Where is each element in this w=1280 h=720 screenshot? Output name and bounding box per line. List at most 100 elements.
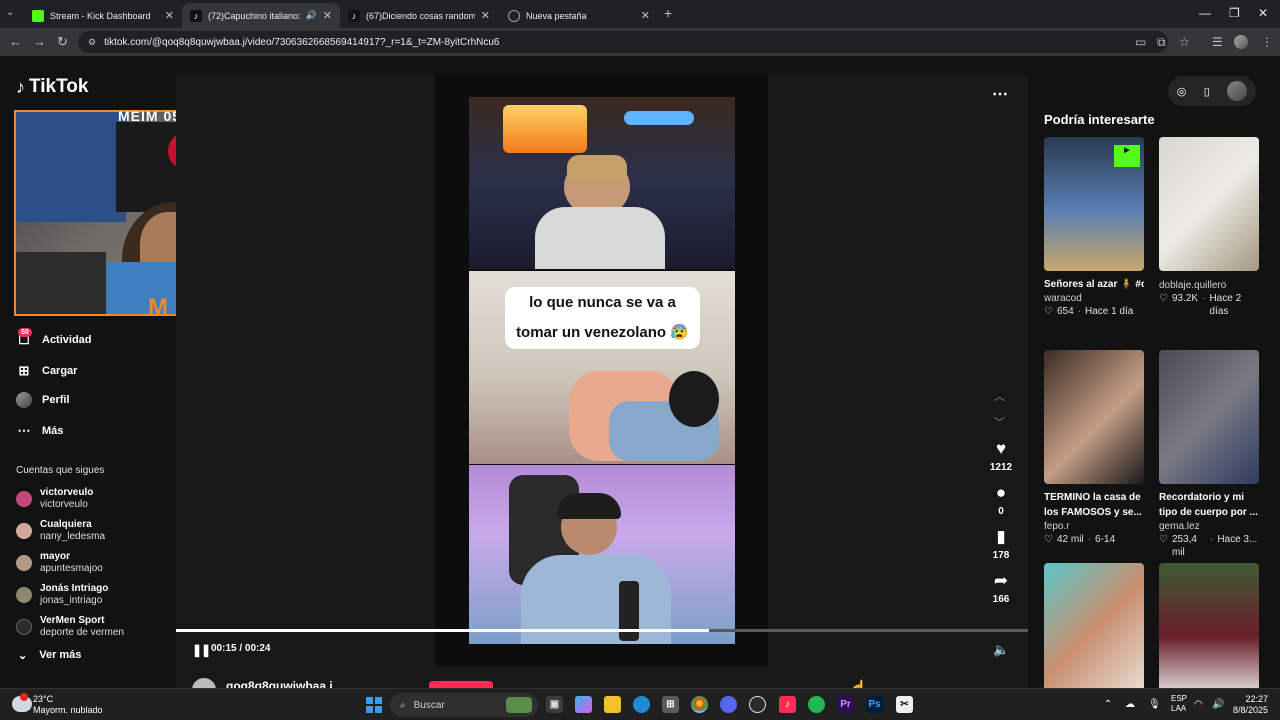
coin-icon[interactable]: ◎ (1177, 85, 1187, 98)
close-window-icon[interactable]: ✕ (1258, 6, 1268, 20)
video-progress-bar[interactable] (176, 629, 1028, 632)
tiktok-app-icon[interactable]: ♪ (779, 696, 796, 713)
account-avatar (16, 619, 32, 635)
copilot-icon[interactable] (575, 696, 592, 713)
close-tab-icon[interactable]: ✕ (481, 9, 490, 22)
recommended-video[interactable] (1044, 563, 1144, 688)
close-tab-icon[interactable]: ✕ (323, 9, 332, 22)
close-tab-icon[interactable]: ✕ (165, 9, 174, 22)
tab-capuchino[interactable]: ♪ (72)Capuchino italiano: Una 🔊 ✕ (182, 3, 340, 28)
follow-button[interactable] (429, 681, 493, 688)
volume-icon[interactable]: 🔈 (993, 642, 1009, 658)
following-account[interactable]: Jonás Intriago jonas_intriago (16, 583, 108, 607)
tab-diciendo-cosas[interactable]: ♪ (67)Diciendo cosas random y e ✕ (340, 3, 498, 28)
reload-icon[interactable]: ↻ (57, 34, 68, 50)
site-info-icon[interactable]: ⚙ (88, 37, 96, 48)
bookmark-star-icon[interactable]: ☆ (1179, 35, 1190, 49)
pause-icon[interactable]: ❚❚ (192, 643, 211, 657)
address-bar[interactable]: ⚙ tiktok.com/@qoq8q8quwjwbaa.j/video/730… (78, 31, 1168, 53)
recommended-video[interactable]: TERMINO la casa de los FAMOSOS y se... f… (1044, 350, 1144, 546)
file-explorer-icon[interactable] (604, 696, 621, 713)
system-clock[interactable]: 22:27 8/8/2025 (1226, 694, 1268, 716)
store-icon[interactable]: ⊞ (662, 696, 679, 713)
menu-dots-icon[interactable]: ⋮ (1261, 35, 1273, 49)
previous-video-icon[interactable]: ︿ (994, 388, 1005, 404)
phone-icon[interactable]: ▯ (1204, 85, 1210, 98)
tab-title: (72)Capuchino italiano: Una (208, 10, 302, 21)
chrome-icon[interactable] (691, 696, 708, 713)
author-avatar[interactable] (192, 678, 216, 688)
tray-chevron-icon[interactable]: ⌃ (1104, 699, 1112, 710)
tiktok-note-icon: ♪ (16, 76, 25, 97)
profile-avatar[interactable] (1234, 35, 1248, 49)
capcut-icon[interactable]: ✂ (896, 696, 913, 713)
video-meta: ♡ 42 mil · 6-14 (1044, 534, 1116, 545)
tab-kick-dashboard[interactable]: Stream - Kick Dashboard ✕ (24, 3, 182, 28)
share-button[interactable]: ➦ 166 (984, 571, 1018, 606)
save-button[interactable]: ▮ 178 (984, 527, 1018, 562)
recommended-video[interactable]: doblaje.quillero ♡ 93.2K · Hace 2 días (1159, 137, 1259, 318)
weather-condition: Mayorm. nublado (33, 705, 103, 715)
author-name[interactable]: qoq8q8quwjwbaa.j (226, 679, 333, 688)
more-dots-icon: ⋯ (17, 423, 31, 438)
minimize-icon[interactable]: — (1199, 6, 1211, 20)
new-tab-button[interactable]: + (664, 5, 672, 21)
windows-start-icon[interactable] (366, 697, 382, 713)
following-account[interactable]: victorveulo victorveulo (16, 487, 93, 511)
account-avatar (16, 587, 32, 603)
comment-button[interactable]: ● 0 (984, 484, 1018, 518)
see-more-button[interactable]: ⌄ Ver más (18, 649, 81, 662)
forward-icon[interactable]: → (33, 34, 46, 49)
close-tab-icon[interactable]: ✕ (641, 9, 650, 22)
video-frame-middle: lo que nunca se va a tomar un venezolano… (469, 271, 735, 464)
premiere-icon[interactable]: Pr (837, 696, 854, 713)
microphone-icon[interactable]: 🎙 (1148, 699, 1161, 710)
bookmark-icon: ▮ (996, 527, 1006, 546)
volume-icon[interactable]: 🔊 (1212, 699, 1224, 710)
obs-icon[interactable] (749, 696, 766, 713)
recommended-video[interactable] (1159, 563, 1259, 688)
heart-outline-icon: ♡ (1044, 306, 1053, 317)
following-account[interactable]: VerMen Sport deporte de vermen (16, 615, 124, 639)
task-view-icon[interactable]: ▣ (546, 696, 563, 713)
recommended-video[interactable]: ▶ Señores al azar 🧍 #codm #codmobile... … (1044, 137, 1144, 318)
language-indicator[interactable]: ESP LAA (1171, 694, 1187, 714)
next-video-icon[interactable]: ﹀ (994, 414, 1005, 430)
wifi-icon[interactable]: ◠ (1194, 699, 1203, 710)
discord-icon[interactable] (720, 696, 737, 713)
recommended-video[interactable]: Recordatorio y mi tipo de cuerpo por ...… (1159, 350, 1259, 559)
back-icon[interactable]: ← (9, 34, 22, 49)
cast-icon[interactable]: ▭ (1135, 35, 1146, 49)
reading-list-icon[interactable]: ☰ (1212, 35, 1223, 49)
user-avatar[interactable] (1227, 81, 1248, 101)
nav-profile[interactable]: Perfil (16, 392, 70, 408)
photoshop-icon[interactable]: Ps (866, 696, 883, 713)
video-options-icon[interactable]: ⋯ (992, 84, 1009, 104)
nav-label: Actividad (42, 334, 92, 346)
kick-badge-icon: ▶ (1114, 145, 1140, 167)
translate-icon[interactable]: ⧉ (1157, 35, 1166, 50)
nav-upload[interactable]: ⊞ Cargar (16, 363, 78, 379)
tray-app-icon[interactable]: ☁ (1125, 699, 1135, 710)
speaker-icon[interactable]: 🔊 (306, 10, 317, 21)
following-account[interactable]: Cualquiera nany_ledesma (16, 519, 105, 543)
share-arrow-icon: ➦ (993, 571, 1009, 590)
following-account[interactable]: mayor apuntesmajoo (16, 551, 103, 575)
video-meta: ♡ 93.2K · Hace 2 días (1159, 292, 1259, 318)
like-button[interactable]: ♥ 1212 (984, 440, 1018, 474)
spotify-icon[interactable] (808, 696, 825, 713)
caption-line: lo que nunca se va a (529, 294, 676, 311)
profile-avatar (16, 392, 32, 408)
video-likes: 93.2K (1171, 293, 1199, 304)
account-avatar (16, 523, 32, 539)
tab-search-icon[interactable]: ⌄ (6, 7, 14, 18)
video-progress-fill (176, 629, 709, 632)
taskbar-search[interactable]: ⌕ Buscar (390, 693, 538, 717)
video-thumbnail (1159, 563, 1259, 688)
tab-new-tab[interactable]: Nueva pestaña ✕ (500, 3, 658, 28)
video-player[interactable]: lo que nunca se va a tomar un venezolano… (176, 74, 1028, 688)
edge-icon[interactable] (633, 696, 650, 713)
tiktok-logo[interactable]: ♪ TikTok (16, 76, 88, 98)
nav-more[interactable]: ⋯ Más (16, 423, 64, 439)
restore-icon[interactable]: ❐ (1229, 6, 1240, 20)
